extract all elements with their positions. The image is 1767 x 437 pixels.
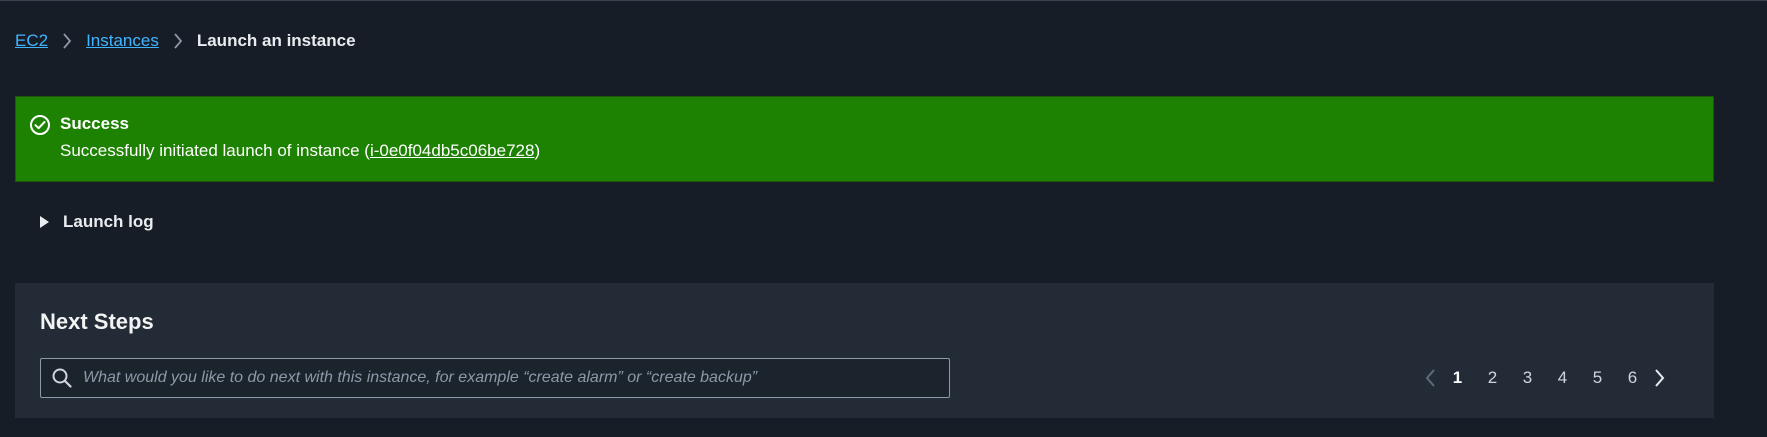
next-steps-title: Next Steps — [40, 309, 154, 334]
launch-log-toggle[interactable]: Launch log — [40, 212, 154, 232]
banner-message-prefix: Successfully initiated launch of instanc… — [60, 141, 370, 160]
caret-right-icon — [40, 216, 49, 228]
banner-title: Success — [60, 114, 129, 133]
breadcrumb: EC2 Instances Launch an instance — [15, 30, 356, 52]
success-banner: Success Successfully initiated launch of… — [15, 96, 1714, 182]
page-6-button[interactable]: 6 — [1615, 368, 1650, 388]
instance-id-link[interactable]: i-0e0f04db5c06be728 — [370, 141, 534, 160]
next-steps-panel: Next Steps 1 2 3 4 5 6 — [15, 283, 1714, 418]
breadcrumb-ec2-link[interactable]: EC2 — [15, 31, 48, 51]
pagination: 1 2 3 4 5 6 — [1420, 365, 1670, 391]
breadcrumb-current: Launch an instance — [196, 31, 356, 50]
page-1-button[interactable]: 1 — [1440, 368, 1475, 388]
page-3-button[interactable]: 3 — [1510, 368, 1545, 388]
next-steps-search-input[interactable] — [83, 360, 949, 396]
launch-instance-page: EC2 Instances Launch an instance Success… — [0, 0, 1767, 437]
page-4-button[interactable]: 4 — [1545, 368, 1580, 388]
banner-message-suffix: ) — [534, 141, 541, 160]
breadcrumb-instances-link[interactable]: Instances — [86, 31, 159, 51]
launch-log-label: Launch log — [63, 212, 154, 231]
chevron-right-icon — [173, 33, 183, 49]
check-circle-icon — [29, 114, 51, 136]
search-icon — [51, 367, 73, 389]
previous-page-button[interactable] — [1420, 365, 1440, 391]
page-2-button[interactable]: 2 — [1475, 368, 1510, 388]
chevron-right-icon — [62, 33, 72, 49]
next-page-button[interactable] — [1650, 365, 1670, 391]
next-steps-search — [40, 358, 950, 398]
banner-message: Successfully initiated launch of instanc… — [60, 141, 540, 161]
page-5-button[interactable]: 5 — [1580, 368, 1615, 388]
